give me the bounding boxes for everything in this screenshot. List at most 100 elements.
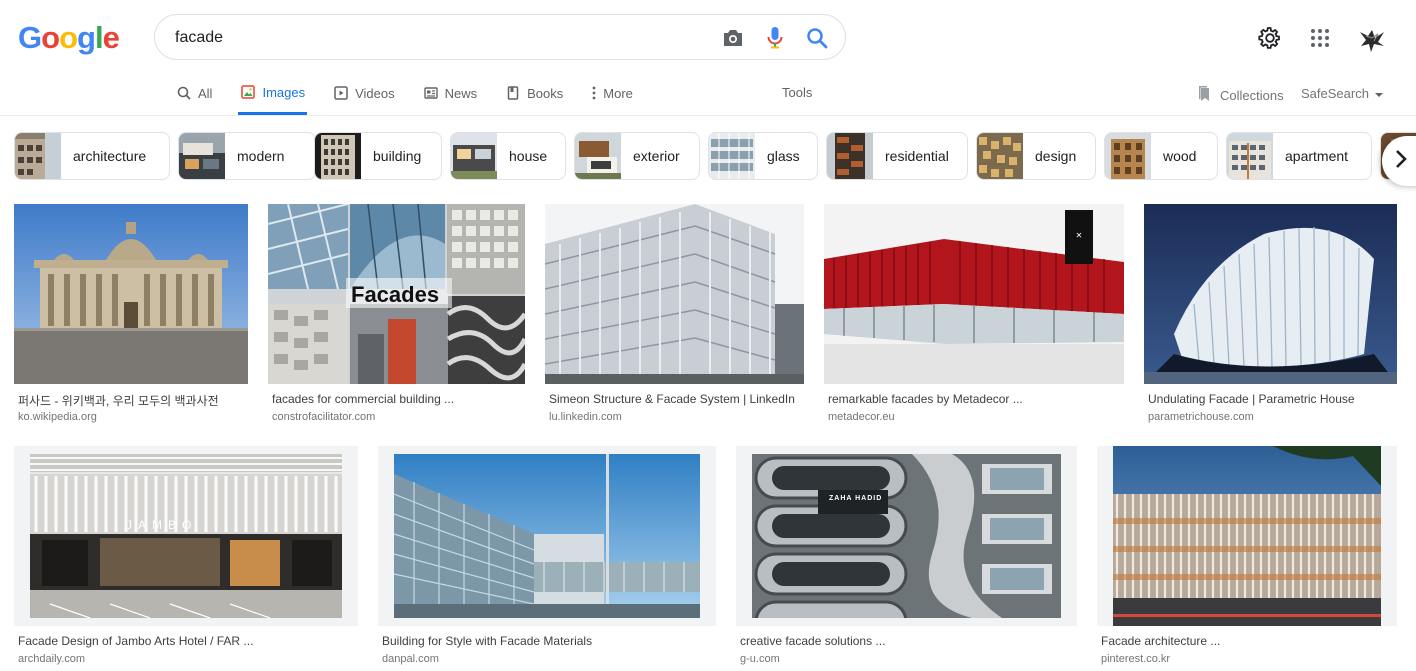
result-image[interactable]	[14, 204, 248, 384]
chip-label: wood	[1163, 148, 1197, 164]
logo-letter: l	[94, 20, 104, 55]
result-caption[interactable]: Facade architecture ...	[1101, 634, 1220, 648]
search-input[interactable]	[175, 26, 695, 50]
tab-books[interactable]: Books	[503, 72, 565, 114]
chip-wood[interactable]: wood	[1104, 132, 1218, 180]
result-image[interactable]: Facades	[268, 204, 525, 384]
chip-label: apartment	[1285, 148, 1349, 164]
logo-letter: e	[102, 20, 120, 55]
chip-label: glass	[767, 148, 800, 164]
image-result[interactable]: JAMBO Facade Design of Jambo Arts Hotel …	[14, 446, 358, 668]
result-caption[interactable]: remarkable facades by Metadecor ...	[828, 392, 1023, 406]
result-image[interactable]: ZAHA HADID	[736, 446, 1077, 626]
result-source[interactable]: parametrichouse.com	[1148, 411, 1254, 423]
logo-letter: o	[41, 20, 60, 55]
result-caption[interactable]: creative facade solutions ...	[740, 634, 885, 648]
image-result[interactable]: Building for Style with Facade Materials…	[378, 446, 716, 668]
gear-icon[interactable]	[1256, 24, 1284, 52]
tab-label: All	[198, 85, 213, 101]
result-caption[interactable]: 퍼사드 - 위키백과, 우리 모두의 백과사전	[18, 392, 219, 409]
result-image[interactable]: JAMBO	[14, 446, 358, 626]
tab-images[interactable]: Images	[238, 72, 308, 115]
safesearch-label: SafeSearch	[1301, 86, 1369, 101]
chip-design[interactable]: design	[976, 132, 1096, 180]
header-divider	[0, 115, 1416, 116]
result-image[interactable]	[378, 446, 716, 626]
camera-icon[interactable]	[721, 26, 745, 50]
chip-label: exterior	[633, 148, 680, 164]
result-source[interactable]: archdaily.com	[18, 653, 85, 665]
result-caption[interactable]: Simeon Structure & Facade System | Linke…	[549, 392, 795, 406]
logo-letter: g	[77, 20, 96, 55]
caret-down-icon	[1374, 92, 1383, 97]
result-source[interactable]: danpal.com	[382, 653, 439, 665]
result-image[interactable]	[1097, 446, 1397, 626]
search-icon	[176, 85, 192, 101]
svg-text:✕: ✕	[1076, 231, 1083, 240]
search-tabs: All Images Videos News Books More	[174, 72, 659, 116]
image-result[interactable]: Simeon Structure & Facade System | Linke…	[545, 204, 804, 426]
logo-letter: G	[18, 20, 42, 55]
search-icon[interactable]	[805, 26, 829, 50]
result-image[interactable]	[1144, 204, 1397, 384]
chevron-right-icon	[1394, 149, 1408, 174]
news-icon	[423, 85, 439, 101]
chip-house[interactable]: house	[450, 132, 566, 180]
collections-label: Collections	[1220, 87, 1284, 103]
chip-residential[interactable]: residential	[826, 132, 968, 180]
avatar[interactable]	[1356, 22, 1388, 54]
tab-all[interactable]: All	[174, 72, 214, 114]
more-vertical-icon	[591, 85, 597, 101]
result-image[interactable]: ✕	[824, 204, 1124, 384]
image-result[interactable]: ZAHA HADID creative facade solutions ...…	[736, 446, 1077, 668]
image-result[interactable]: Facade architecture ... pinterest.co.kr	[1097, 446, 1397, 668]
result-source[interactable]: g-u.com	[740, 653, 780, 665]
result-caption[interactable]: Building for Style with Facade Materials	[382, 634, 592, 648]
image-overlay-text: Facades	[351, 282, 440, 307]
result-source[interactable]: lu.linkedin.com	[549, 411, 622, 423]
search-box[interactable]	[154, 14, 846, 60]
bookmark-icon	[1198, 85, 1212, 105]
tab-label: More	[603, 85, 633, 101]
result-caption[interactable]: Facade Design of Jambo Arts Hotel / FAR …	[18, 634, 253, 648]
safesearch-dropdown[interactable]: SafeSearch	[1301, 86, 1383, 101]
chip-glass[interactable]: glass	[708, 132, 818, 180]
chip-building[interactable]: building	[314, 132, 442, 180]
image-icon	[240, 84, 256, 100]
google-logo[interactable]: Google	[18, 20, 120, 56]
tab-label: News	[444, 85, 478, 101]
image-result[interactable]: Undulating Facade | Parametric House par…	[1144, 204, 1397, 426]
chip-architecture[interactable]: architecture	[14, 132, 170, 180]
collections-button[interactable]: Collections	[1198, 85, 1284, 105]
tab-videos[interactable]: Videos	[331, 72, 397, 114]
chip-modern[interactable]: modern	[178, 132, 316, 180]
result-caption[interactable]: Undulating Facade | Parametric House	[1148, 392, 1355, 406]
result-source[interactable]: pinterest.co.kr	[1101, 653, 1170, 665]
microphone-icon[interactable]	[763, 26, 787, 50]
result-caption[interactable]: facades for commercial building ...	[272, 392, 454, 406]
tools-button[interactable]: Tools	[782, 85, 812, 100]
result-image[interactable]	[545, 204, 804, 384]
tab-news[interactable]: News	[421, 72, 480, 114]
tab-more[interactable]: More	[589, 72, 635, 114]
image-result[interactable]: 퍼사드 - 위키백과, 우리 모두의 백과사전 ko.wikipedia.org	[14, 204, 248, 426]
chip-label: design	[1035, 148, 1077, 164]
video-icon	[333, 85, 349, 101]
chip-label: house	[509, 148, 548, 164]
chip-label: residential	[885, 148, 949, 164]
image-result[interactable]: Facades facades for commercial building …	[268, 204, 525, 426]
result-source[interactable]: ko.wikipedia.org	[18, 411, 97, 423]
book-icon	[505, 85, 521, 101]
apps-grid-icon[interactable]	[1306, 24, 1334, 52]
chip-exterior[interactable]: exterior	[574, 132, 700, 180]
chip-apartment[interactable]: apartment	[1226, 132, 1372, 180]
image-result[interactable]: ✕ remarkable facades by Metadecor ... me…	[824, 204, 1124, 426]
result-source[interactable]: metadecor.eu	[828, 411, 895, 423]
result-source[interactable]: constrofacilitator.com	[272, 411, 375, 423]
logo-letter: o	[59, 20, 78, 55]
chip-label: building	[373, 148, 422, 164]
chip-label: modern	[237, 148, 285, 164]
image-overlay-text: ZAHA HADID	[829, 495, 883, 502]
tab-label: Images	[262, 84, 306, 100]
related-chips-row: architecture modern building house exter…	[14, 132, 1416, 180]
